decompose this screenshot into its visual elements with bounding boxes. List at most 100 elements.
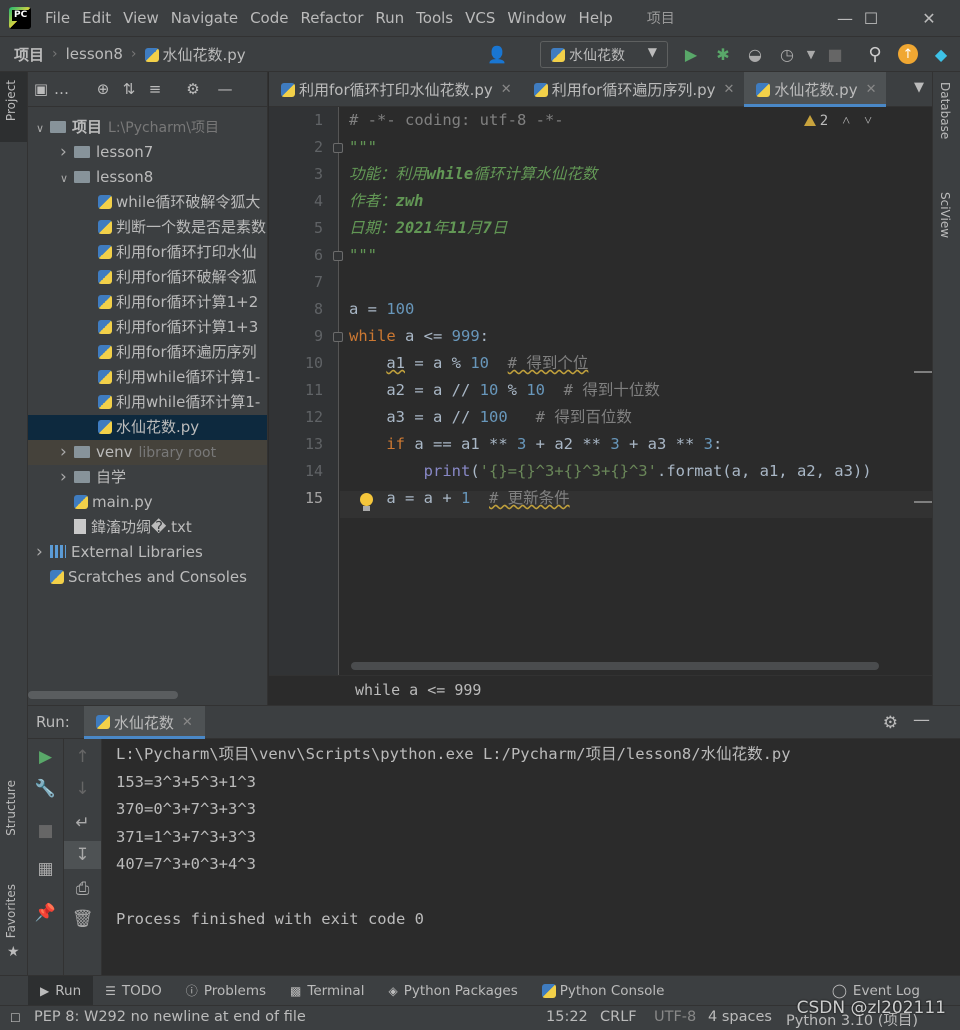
tree-item[interactable]: 利用while循环计算1- [28, 390, 267, 415]
fold-marker[interactable] [333, 251, 343, 261]
chevron-down-icon[interactable]: ▼ [800, 43, 822, 65]
wrench-icon[interactable]: 🔧 [28, 779, 63, 799]
tree-item[interactable]: › External Libraries [28, 540, 267, 565]
chevron-right-icon[interactable]: › [60, 440, 74, 465]
code-editor[interactable]: 1 2 3 4 5 6 7 8 9 10 11 12 13 14 15 # -*- coding: utf-… [269, 107, 932, 675]
menu-file[interactable]: File [39, 9, 76, 27]
tree-item[interactable]: while循环破解令狐大 [28, 190, 267, 215]
print-icon[interactable]: ⎙ [64, 879, 101, 899]
tab-file-1[interactable]: 利用for循环打印水仙花数.py ✕ [269, 72, 522, 107]
file-encoding[interactable]: UTF-8 [654, 1009, 696, 1025]
tree-item[interactable]: 鍏滀功绸�.txt [28, 515, 267, 540]
close-icon[interactable]: ✕ [724, 82, 735, 97]
tree-item[interactable]: ∨ 项目 L:\Pycharm\项目 [28, 115, 267, 140]
lightbulb-icon[interactable] [359, 493, 373, 513]
chevron-right-icon[interactable]: › [36, 540, 50, 565]
database-tool-tab[interactable]: Database [938, 82, 952, 139]
sciview-tool-tab[interactable]: SciView [938, 192, 952, 238]
update-icon[interactable]: ↑ [898, 44, 918, 64]
tab-file-2[interactable]: 利用for循环遍历序列.py ✕ [522, 72, 745, 107]
run-configuration-select[interactable]: 水仙花数 ▼ [540, 41, 668, 68]
close-icon[interactable]: ✕ [866, 82, 877, 97]
breadcrumb-project[interactable]: 项目 [0, 44, 44, 65]
line-number[interactable]: 8 [269, 296, 323, 323]
close-window-icon[interactable]: ✕ [906, 0, 952, 36]
inspection-widget[interactable]: 2 ˄ ˅ [803, 113, 872, 130]
tree-item[interactable]: ∨ lesson8 [28, 165, 267, 190]
tree-item[interactable]: 利用while循环计算1- [28, 365, 267, 390]
locate-icon[interactable]: ⊕ [90, 80, 116, 98]
menu-navigate[interactable]: Navigate [165, 9, 244, 27]
scroll-to-end-icon[interactable]: ↧ [64, 841, 101, 869]
run-tab[interactable]: 水仙花数 ✕ [83, 705, 205, 739]
project-scrollbar[interactable] [28, 691, 178, 699]
jetbrains-space-icon[interactable]: ◆ [930, 43, 952, 65]
menu-window[interactable]: Window [501, 9, 572, 27]
bottom-tab-run[interactable]: ▶ Run [28, 975, 94, 1006]
tree-item[interactable]: 利用for循环破解令狐 [28, 265, 267, 290]
line-number[interactable]: 11 [269, 377, 323, 404]
line-number[interactable]: 15 [269, 485, 323, 512]
bottom-tab-python-packages[interactable]: ◈ Python Packages [376, 976, 529, 1006]
tree-item[interactable]: › venv library root [28, 440, 267, 465]
close-icon[interactable]: ✕ [182, 715, 193, 730]
structure-tool-tab[interactable]: Structure [4, 780, 18, 836]
line-number-gutter[interactable]: 1 2 3 4 5 6 7 8 9 10 11 12 13 14 15 [269, 107, 339, 675]
code-breadcrumb[interactable]: while a <= 999 [269, 675, 932, 705]
maximize-icon[interactable]: ☐ [848, 0, 894, 36]
indent-setting[interactable]: 4 spaces [708, 1009, 772, 1025]
tree-item[interactable]: › lesson7 [28, 140, 267, 165]
hide-icon[interactable]: — [913, 710, 930, 730]
tree-item[interactable]: 利用for循环计算1+2 [28, 290, 267, 315]
line-number[interactable]: 4 [269, 188, 323, 215]
tree-item[interactable]: main.py [28, 490, 267, 515]
tab-file-active[interactable]: 水仙花数.py ✕ [744, 72, 887, 107]
line-number[interactable]: 6 [269, 242, 323, 269]
chevron-up-icon[interactable]: ˄ [842, 113, 850, 129]
bottom-tab-todo[interactable]: ☰ TODO [93, 976, 174, 1006]
menu-run[interactable]: Run [369, 9, 410, 27]
run-console[interactable]: L:\Pycharm\项目\venv\Scripts\python.exe L:… [102, 739, 960, 975]
breadcrumb-file[interactable]: 水仙花数.py [137, 44, 246, 65]
layout-toggle-icon[interactable]: ☐ [10, 1011, 21, 1025]
run-icon[interactable]: ▶ [680, 43, 702, 65]
bottom-tab-python-console[interactable]: Python Console [530, 976, 677, 1006]
soft-wrap-icon[interactable]: ↵ [64, 813, 101, 833]
line-number[interactable]: 10 [269, 350, 323, 377]
arrow-up-icon[interactable]: ↑ [64, 747, 101, 767]
user-icon[interactable]: 👤 [486, 43, 508, 65]
chevron-right-icon[interactable]: › [60, 140, 74, 165]
close-icon[interactable]: ✕ [501, 82, 512, 97]
status-message[interactable]: PEP 8: W292 no newline at end of file [34, 1009, 306, 1025]
menu-view[interactable]: View [117, 9, 165, 27]
menu-code[interactable]: Code [244, 9, 294, 27]
tree-item[interactable]: › 自学 [28, 465, 267, 490]
chevron-down-icon[interactable]: ˅ [864, 113, 872, 129]
line-separator[interactable]: CRLF [600, 1009, 637, 1025]
project-tool-tab[interactable]: Project [0, 72, 27, 142]
caret-position[interactable]: 15:22 [546, 1009, 588, 1025]
menu-vcs[interactable]: VCS [459, 9, 501, 27]
breadcrumb-lesson8[interactable]: lesson8 [58, 45, 123, 63]
line-number[interactable]: 14 [269, 458, 323, 485]
menu-tools[interactable]: Tools [410, 9, 459, 27]
trash-icon[interactable]: 🗑 [64, 909, 101, 929]
menu-help[interactable]: Help [573, 9, 619, 27]
layout-icon[interactable]: ▦ [28, 859, 63, 879]
chevron-right-icon[interactable]: › [60, 465, 74, 490]
line-number[interactable]: 12 [269, 404, 323, 431]
pin-icon[interactable]: 📌 [28, 903, 63, 923]
profile-icon[interactable]: ◷ [776, 43, 798, 65]
error-stripe-mark[interactable] [914, 501, 932, 503]
line-number[interactable]: 2 [269, 134, 323, 161]
chevron-down-icon[interactable]: ∨ [36, 116, 50, 140]
gear-icon[interactable]: ⚙ [180, 80, 206, 98]
gear-icon[interactable]: ⚙ [883, 713, 898, 733]
line-number[interactable]: 1 [269, 107, 323, 134]
menu-edit[interactable]: Edit [76, 9, 117, 27]
bottom-tab-terminal[interactable]: ▩ Terminal [278, 976, 376, 1006]
arrow-down-icon[interactable]: ↓ [64, 779, 101, 799]
line-number[interactable]: 7 [269, 269, 323, 296]
bottom-tab-problems[interactable]: ⓘ Problems [174, 976, 278, 1006]
chevron-down-icon[interactable]: ∨ [60, 166, 74, 190]
